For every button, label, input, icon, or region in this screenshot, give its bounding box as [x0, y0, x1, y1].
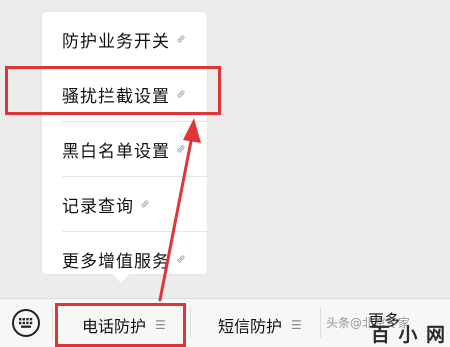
menu-item-blackwhite-list[interactable]: 黑白名单设置 — [42, 122, 207, 176]
menu-item-business-switch[interactable]: 防护业务开关 — [42, 12, 207, 66]
menu-item-label: 黑白名单设置 — [62, 141, 170, 162]
menu-item-harassment-settings[interactable]: 骚扰拦截设置 — [42, 67, 207, 121]
keyboard-icon[interactable] — [12, 309, 40, 337]
link-icon — [175, 253, 187, 265]
menu-item-record-query[interactable]: 记录查询 — [42, 177, 207, 231]
menu-item-label: 更多增值服务 — [62, 251, 170, 272]
menu-item-label: 记录查询 — [62, 196, 134, 217]
link-icon — [175, 88, 187, 100]
tab-sms-protection[interactable]: 短信防护 ☰ — [218, 312, 302, 338]
link-icon — [139, 198, 151, 210]
tab-label: 电话防护 — [82, 317, 147, 336]
menu-icon: ☰ — [155, 318, 166, 332]
menu-icon: ☰ — [291, 318, 302, 332]
tab-divider — [320, 308, 321, 338]
tab-label: 短信防护 — [218, 317, 283, 336]
menu-item-label: 防护业务开关 — [62, 31, 170, 52]
tab-phone-protection[interactable]: 电话防护 ☰ — [82, 312, 166, 338]
link-icon — [175, 143, 187, 155]
popup-menu: 防护业务开关 骚扰拦截设置 黑白名单设置 记录查询 更多增值服务 — [42, 12, 207, 274]
tab-divider — [190, 308, 191, 338]
tab-divider — [52, 308, 53, 338]
watermark-logo: 百 小 网 — [370, 324, 446, 346]
popup-pointer — [112, 273, 130, 283]
menu-item-label: 骚扰拦截设置 — [62, 86, 170, 107]
link-icon — [175, 33, 187, 45]
